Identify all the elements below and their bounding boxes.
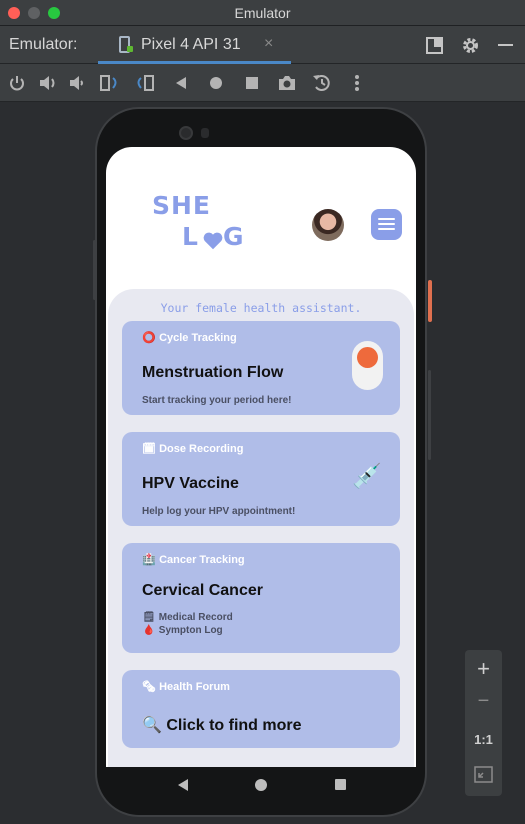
snapshot-icon[interactable]: [312, 73, 332, 93]
tab-pixel-4[interactable]: Pixel 4 API 31 ×: [98, 26, 291, 64]
front-sensor: [201, 128, 209, 138]
hospital-icon: 🏥: [142, 554, 156, 566]
emulator-tab-bar: Emulator: Pixel 4 API 31 ×: [0, 26, 525, 64]
link-label: Sympton Log: [158, 625, 223, 636]
card-category: ⭕ Cycle Tracking: [142, 331, 237, 344]
zoom-out-button[interactable]: −: [465, 690, 502, 713]
nav-recents-icon[interactable]: [335, 779, 346, 790]
menu-line: [378, 218, 395, 220]
emulator-label: Emulator:: [9, 36, 78, 53]
nav-home-icon[interactable]: [255, 779, 267, 791]
actual-size-button[interactable]: 1:1: [465, 732, 502, 747]
rotate-right-icon[interactable]: [134, 73, 156, 93]
dose-recording-card[interactable]: 🗓 Dose Recording HPV Vaccine Help log yo…: [122, 432, 400, 526]
layout-icon[interactable]: [426, 37, 443, 54]
card-category: 🗓 Dose Recording: [142, 442, 243, 455]
symptom-log-link[interactable]: 🩸 Sympton Log: [142, 625, 223, 636]
link-label: Medical Record: [158, 612, 233, 623]
power-icon[interactable]: [8, 74, 26, 92]
card-title: Cervical Cancer: [142, 582, 263, 599]
medical-record-link[interactable]: 🗒 Medical Record: [142, 612, 233, 623]
card-category: 🗞 Health Forum: [142, 680, 230, 693]
device-screen: SHE LG Your female health assistant. ⭕ C…: [106, 147, 416, 767]
card-category-label: Cancer Tracking: [159, 554, 245, 566]
card-category-label: Health Forum: [159, 681, 230, 693]
blood-drop-icon: 🩸: [142, 625, 156, 636]
menu-line: [378, 228, 395, 230]
more-icon[interactable]: [353, 74, 361, 92]
logo-g: G: [222, 222, 245, 251]
window-title: Emulator: [234, 5, 291, 21]
card-subtitle: Start tracking your period here!: [142, 395, 292, 406]
android-nav-bar: [106, 767, 416, 803]
window-title-bar: Emulator: [0, 0, 525, 26]
nav-back-icon[interactable]: [178, 779, 188, 791]
syringe-icon: 💉: [352, 463, 382, 490]
card-subtitle: Help log your HPV appointment!: [142, 506, 296, 517]
tab-label: Pixel 4 API 31: [141, 36, 241, 53]
volume-side-button[interactable]: [428, 370, 431, 460]
zoom-panel: + − 1:1: [465, 650, 502, 796]
zoom-in-button[interactable]: +: [465, 656, 502, 682]
calendar-icon: 🗓: [142, 443, 156, 455]
menu-line: [378, 223, 395, 225]
camera-icon[interactable]: [277, 74, 297, 92]
rotate-left-icon[interactable]: [99, 73, 121, 93]
card-title: Menstruation Flow: [142, 364, 284, 381]
avatar[interactable]: [312, 209, 344, 241]
card-category-label: Dose Recording: [159, 443, 244, 455]
volume-down-icon[interactable]: [68, 74, 86, 92]
device-frame: SHE LG Your female health assistant. ⭕ C…: [95, 107, 427, 817]
heart-logo-icon: [203, 232, 223, 250]
emulator-toolbar: [0, 64, 525, 102]
volume-up-icon[interactable]: [38, 74, 58, 92]
home-icon[interactable]: [209, 76, 223, 90]
back-icon[interactable]: [174, 76, 188, 90]
card-title-label: Click to find more: [166, 717, 302, 734]
power-side-button[interactable]: [428, 280, 432, 322]
cycle-tracking-card[interactable]: ⭕ Cycle Tracking Menstruation Flow Start…: [122, 321, 400, 415]
logo-l: L: [182, 222, 199, 251]
magnifier-icon: 🔍: [142, 717, 162, 734]
left-side-button: [93, 240, 96, 300]
period-toggle[interactable]: [352, 341, 383, 390]
front-camera: [179, 126, 193, 140]
app-logo-line1: SHE: [152, 191, 212, 220]
cancer-tracking-card[interactable]: 🏥 Cancer Tracking Cervical Cancer 🗒 Medi…: [122, 543, 400, 653]
running-indicator-icon: [127, 46, 133, 52]
toggle-knob: [357, 347, 378, 368]
card-category-label: Cycle Tracking: [159, 332, 237, 344]
health-forum-card[interactable]: 🗞 Health Forum 🔍 Click to find more: [122, 670, 400, 748]
close-tab-icon[interactable]: ×: [264, 35, 273, 53]
card-title: 🔍 Click to find more: [142, 715, 302, 735]
gear-icon[interactable]: [461, 36, 480, 55]
menu-button[interactable]: [371, 209, 402, 240]
minimize-panel-icon[interactable]: [498, 44, 513, 46]
newspaper-icon: 🗞: [142, 681, 156, 693]
notepad-icon: 🗒: [142, 612, 156, 623]
fit-screen-icon[interactable]: [474, 766, 493, 783]
overview-icon[interactable]: [245, 76, 259, 90]
card-category: 🏥 Cancer Tracking: [142, 553, 245, 566]
card-title: HPV Vaccine: [142, 475, 239, 492]
circle-icon: ⭕: [142, 332, 156, 344]
tagline: Your female health assistant.: [160, 301, 362, 315]
